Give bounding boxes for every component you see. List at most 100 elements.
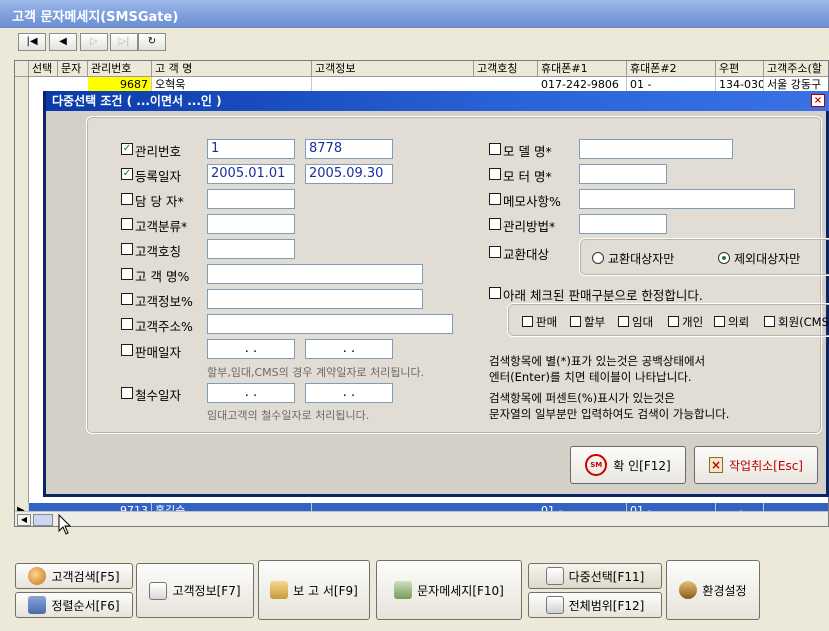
- settings-button[interactable]: 환경설정: [666, 560, 760, 620]
- reg-date-checkbox[interactable]: ✓: [121, 168, 133, 180]
- exclude-only-radio[interactable]: [718, 252, 730, 264]
- category-label: 고객분류*: [135, 219, 188, 234]
- customer-address-input[interactable]: [207, 314, 453, 334]
- cancel-icon: ×: [709, 457, 724, 473]
- kind-request-label: 의뢰: [728, 315, 750, 329]
- nav-prev-button[interactable]: ◀: [49, 33, 77, 51]
- col-sms[interactable]: 문자: [58, 61, 88, 77]
- user-search-icon: [28, 567, 47, 585]
- document-icon: [545, 596, 564, 614]
- sale-date-checkbox[interactable]: [121, 344, 133, 356]
- col-select[interactable]: 선택: [29, 61, 58, 77]
- close-icon[interactable]: ×: [811, 94, 825, 107]
- col-zip[interactable]: 우편: [716, 61, 764, 77]
- model-label: 모 델 명*: [503, 144, 552, 159]
- sale-date-from-input[interactable]: . .: [207, 339, 295, 359]
- report-button[interactable]: 보 고 서[F9]: [258, 560, 370, 620]
- customer-search-button[interactable]: 고객검색[F5]: [15, 563, 133, 589]
- scroll-thumb[interactable]: [33, 514, 53, 526]
- refresh-button[interactable]: ↻: [138, 33, 166, 51]
- customer-info-checkbox[interactable]: [121, 293, 133, 305]
- message-icon: [394, 581, 413, 599]
- kind-sale-label: 판매: [536, 315, 558, 329]
- mgmt-number-to-input[interactable]: 8778: [305, 139, 393, 159]
- kind-installment-label: 할부: [584, 315, 606, 329]
- kind-sale-checkbox[interactable]: [522, 316, 533, 327]
- staff-input[interactable]: [207, 189, 295, 209]
- customer-info-button[interactable]: 고객정보[F7]: [136, 563, 254, 618]
- customer-name-checkbox[interactable]: [121, 268, 133, 280]
- category-checkbox[interactable]: [121, 218, 133, 230]
- memo-checkbox[interactable]: [489, 193, 501, 205]
- multi-select-button[interactable]: 다중선택[F11]: [528, 563, 662, 589]
- memo-input[interactable]: [579, 189, 795, 209]
- nav-first-button[interactable]: |◀: [18, 33, 46, 51]
- nav-last-button[interactable]: ▷|: [110, 33, 138, 51]
- withdraw-date-to-input[interactable]: . .: [305, 383, 393, 403]
- window-title: 고객 문자메세지(SMSGate): [12, 10, 179, 25]
- col-phone1[interactable]: 휴대폰#1: [538, 61, 627, 77]
- dialog-title-bar: 다중선택 조건 ( ...이면서 ...인 ) ×: [46, 91, 829, 111]
- col-mgmt-number[interactable]: 관리번호: [88, 61, 152, 77]
- ok-button[interactable]: SM 확 인[F12]: [570, 446, 686, 484]
- limit-sale-kind-checkbox[interactable]: [489, 287, 501, 299]
- customer-info-input[interactable]: [207, 289, 423, 309]
- sms-label: 문자메세지[F10]: [417, 583, 504, 598]
- sms-button[interactable]: 문자메세지[F10]: [376, 560, 522, 620]
- kind-personal-checkbox[interactable]: [668, 316, 679, 327]
- mgmt-number-from-input[interactable]: 1: [207, 139, 295, 159]
- withdraw-date-checkbox[interactable]: [121, 387, 133, 399]
- reg-date-to-input[interactable]: 2005.09.30: [305, 164, 393, 184]
- method-checkbox[interactable]: [489, 218, 501, 230]
- customer-title-input[interactable]: [207, 239, 295, 259]
- sms-ok-icon: SM: [585, 454, 608, 476]
- row-header-column: [15, 77, 29, 505]
- customer-address-label: 고객주소%: [135, 319, 193, 334]
- staff-checkbox[interactable]: [121, 193, 133, 205]
- main-title-bar: 고객 문자메세지(SMSGate): [0, 0, 829, 28]
- reg-date-label: 등록일자: [135, 169, 182, 184]
- motor-input[interactable]: [579, 164, 667, 184]
- customer-address-checkbox[interactable]: [121, 318, 133, 330]
- sale-date-to-input[interactable]: . .: [305, 339, 393, 359]
- cancel-button-label: 작업취소[Esc]: [729, 458, 803, 473]
- kind-member-checkbox[interactable]: [764, 316, 775, 327]
- kind-request-checkbox[interactable]: [714, 316, 725, 327]
- grid-corner: [15, 61, 29, 77]
- customer-title-checkbox[interactable]: [121, 243, 133, 255]
- cancel-button[interactable]: × 작업취소[Esc]: [694, 446, 818, 484]
- reg-date-from-input[interactable]: 2005.01.01: [207, 164, 295, 184]
- exclude-only-label: 제외대상자만: [734, 252, 801, 266]
- nav-next-button[interactable]: ▷: [80, 33, 108, 51]
- model-checkbox[interactable]: [489, 143, 501, 155]
- kind-installment-checkbox[interactable]: [570, 316, 581, 327]
- col-customer-title[interactable]: 고객호칭: [474, 61, 538, 77]
- method-input[interactable]: [579, 214, 667, 234]
- withdraw-date-from-input[interactable]: . .: [207, 383, 295, 403]
- col-customer-info[interactable]: 고객정보: [312, 61, 474, 77]
- tools-icon: [679, 581, 698, 599]
- motor-checkbox[interactable]: [489, 168, 501, 180]
- sale-kind-group: 판매 할부 임대 개인 의뢰 회원(CMS): [507, 303, 829, 337]
- col-customer-name[interactable]: 고 객 명: [152, 61, 312, 77]
- category-input[interactable]: [207, 214, 295, 234]
- condition-panel: ✓ 관리번호 1 8778 ✓ 등록일자 2005.01.01 2005.09.…: [86, 116, 829, 434]
- checklist-icon: [545, 567, 564, 585]
- col-address[interactable]: 고객주소(할: [764, 61, 828, 77]
- method-label: 관리방법*: [503, 219, 556, 234]
- mgmt-number-checkbox[interactable]: ✓: [121, 143, 133, 155]
- scroll-left-icon[interactable]: ◀: [17, 514, 31, 526]
- customer-name-input[interactable]: [207, 264, 423, 284]
- exchange-checkbox[interactable]: [489, 246, 501, 258]
- multi-select-dialog: 다중선택 조건 ( ...이면서 ...인 ) × ✓ 관리번호 1 8778 …: [43, 91, 829, 497]
- exchange-only-radio[interactable]: [592, 252, 604, 264]
- limit-sale-kind-label: 아래 체크된 판매구분으로 한정합니다.: [503, 288, 703, 303]
- model-input[interactable]: [579, 139, 733, 159]
- sort-order-button[interactable]: 정렬순서[F6]: [15, 592, 133, 618]
- kind-rental-checkbox[interactable]: [618, 316, 629, 327]
- col-phone2[interactable]: 휴대폰#2: [627, 61, 716, 77]
- full-range-button[interactable]: 전체범위[F12]: [528, 592, 662, 618]
- sale-date-hint: 할부,임대,CMS의 경우 계약일자로 처리됩니다.: [207, 366, 425, 379]
- memo-label: 메모사항%: [503, 194, 561, 209]
- horizontal-scrollbar[interactable]: ◀: [15, 511, 828, 526]
